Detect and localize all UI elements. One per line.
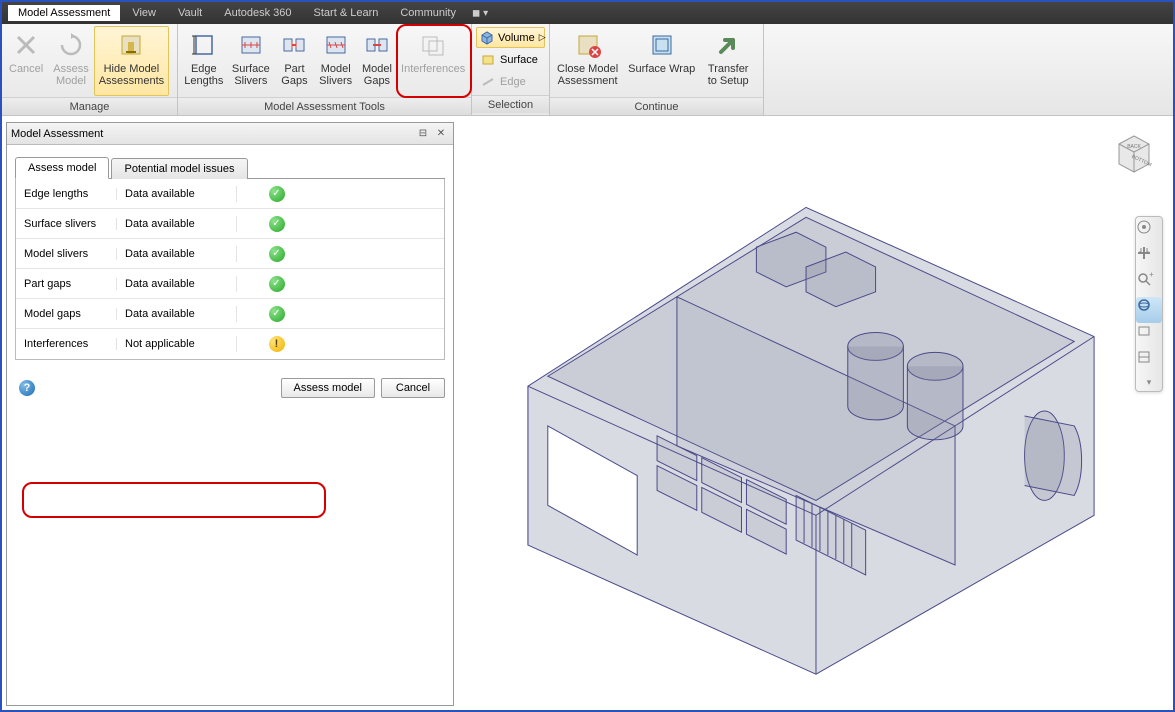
table-row: Edge lengths Data available ✓	[16, 179, 444, 209]
nav-orbit-icon[interactable]	[1136, 297, 1162, 323]
edge-lengths-button[interactable]: Edge Lengths	[180, 26, 228, 96]
viewcube[interactable]: BACK BOTTOM	[1109, 126, 1159, 176]
menu-community[interactable]: Community	[390, 5, 466, 21]
surface-slivers-icon	[235, 29, 267, 61]
ribbon-group-manage-label: Manage	[2, 97, 177, 115]
model-gaps-button[interactable]: Model Gaps	[357, 26, 398, 96]
part-gaps-button[interactable]: Part Gaps	[274, 26, 315, 96]
edge-icon	[480, 74, 496, 90]
ribbon-group-continue: Close Model Assessment Surface Wrap Tran…	[550, 24, 764, 115]
ribbon-group-selection-label: Selection	[472, 95, 549, 113]
menu-vault[interactable]: Vault	[168, 5, 212, 21]
status-ok-icon: ✓	[269, 216, 285, 232]
cancel-button[interactable]: Cancel	[4, 26, 48, 96]
menu-start-learn[interactable]: Start & Learn	[304, 5, 389, 21]
cursor-icon: ▷	[539, 32, 546, 43]
svg-text:BACK: BACK	[1127, 144, 1141, 150]
selection-surface[interactable]: Surface	[476, 49, 545, 70]
model-assessment-panel: Model Assessment ⊟ ✕ Assess model Potent…	[6, 122, 454, 706]
table-row: Model gaps Data available ✓	[16, 299, 444, 329]
hide-label2: Assessments	[99, 75, 164, 87]
ribbon-group-continue-label: Continue	[550, 97, 763, 115]
nav-toolbar: + ▾	[1135, 216, 1163, 392]
nav-lookAt-icon[interactable]	[1136, 323, 1162, 349]
ribbon-group-selection: Volume ▷ Surface Edge Selection	[472, 24, 550, 115]
menu-overflow-icon[interactable]: ◼ ▾	[468, 8, 492, 19]
menu-model-assessment[interactable]: Model Assessment	[8, 5, 120, 21]
surface-icon	[480, 52, 496, 68]
help-icon[interactable]: ?	[19, 380, 35, 396]
cancel-label: Cancel	[9, 63, 43, 75]
table-row: Surface slivers Data available ✓	[16, 209, 444, 239]
nav-home-icon[interactable]	[1136, 219, 1162, 245]
nav-pan-icon[interactable]	[1136, 245, 1162, 271]
model-slivers-icon	[320, 29, 352, 61]
assessment-table: Edge lengths Data available ✓ Surface sl…	[15, 179, 445, 360]
status-warn-icon: !	[269, 336, 285, 352]
close-assessment-button[interactable]: Close Model Assessment	[552, 26, 623, 96]
menu-view[interactable]: View	[122, 5, 166, 21]
table-row: Model slivers Data available ✓	[16, 239, 444, 269]
volume-icon	[480, 30, 494, 46]
surface-wrap-button[interactable]: Surface Wrap	[623, 26, 700, 96]
ribbon-group-tools: Edge Lengths Surface Slivers Part Gaps M…	[178, 24, 472, 115]
edge-lengths-icon	[188, 29, 220, 61]
assess-model-label1: Assess	[53, 63, 88, 75]
assess-model-label2: Model	[56, 75, 86, 87]
viewport[interactable]: BACK BOTTOM + ▾	[458, 118, 1169, 706]
panel-close-icon[interactable]: ✕	[433, 127, 449, 141]
ribbon-group-manage: Cancel Assess Model Hide Model Assessmen…	[2, 24, 178, 115]
interferences-button[interactable]: Interferences	[397, 26, 469, 96]
close-assessment-icon	[572, 29, 604, 61]
model-slivers-button[interactable]: Model Slivers	[315, 26, 357, 96]
nav-expand-icon[interactable]: ▾	[1136, 375, 1162, 389]
selection-volume[interactable]: Volume ▷	[476, 27, 545, 48]
status-ok-icon: ✓	[269, 306, 285, 322]
table-row: Part gaps Data available ✓	[16, 269, 444, 299]
transfer-icon	[712, 29, 744, 61]
transfer-setup-button[interactable]: Transfer to Setup	[700, 26, 756, 96]
hide-icon	[115, 29, 147, 61]
panel-pin-icon[interactable]: ⊟	[415, 127, 431, 141]
table-row-interferences: Interferences Not applicable !	[16, 329, 444, 359]
model-gaps-icon	[361, 29, 393, 61]
panel-tabs: Assess model Potential model issues	[15, 155, 445, 179]
tab-assess-model[interactable]: Assess model	[15, 157, 109, 179]
menu-autodesk360[interactable]: Autodesk 360	[214, 5, 301, 21]
refresh-icon	[55, 29, 87, 61]
part-gaps-icon	[278, 29, 310, 61]
tab-potential-issues[interactable]: Potential model issues	[111, 158, 247, 179]
hide-label1: Hide Model	[104, 63, 160, 75]
status-ok-icon: ✓	[269, 246, 285, 262]
nav-zoom-icon[interactable]: +	[1136, 271, 1162, 297]
surface-slivers-button[interactable]: Surface Slivers	[228, 26, 274, 96]
status-ok-icon: ✓	[269, 186, 285, 202]
menubar: Model Assessment View Vault Autodesk 360…	[2, 2, 1173, 24]
svg-text:+: +	[1149, 271, 1154, 279]
panel-header[interactable]: Model Assessment ⊟ ✕	[7, 123, 453, 145]
selection-edge: Edge	[476, 71, 545, 92]
cancel-panel-button[interactable]: Cancel	[381, 378, 445, 398]
status-ok-icon: ✓	[269, 276, 285, 292]
ribbon-group-tools-label: Model Assessment Tools	[178, 97, 471, 115]
assess-model-panel-button[interactable]: Assess model	[281, 378, 375, 398]
ribbon: Cancel Assess Model Hide Model Assessmen…	[2, 24, 1173, 116]
panel-title: Model Assessment	[11, 128, 413, 140]
cancel-icon	[10, 29, 42, 61]
hide-assessments-button[interactable]: Hide Model Assessments	[94, 26, 169, 96]
assess-model-button[interactable]: Assess Model	[48, 26, 93, 96]
nav-section-icon[interactable]	[1136, 349, 1162, 375]
interferences-icon	[417, 29, 449, 61]
surface-wrap-icon	[646, 29, 678, 61]
